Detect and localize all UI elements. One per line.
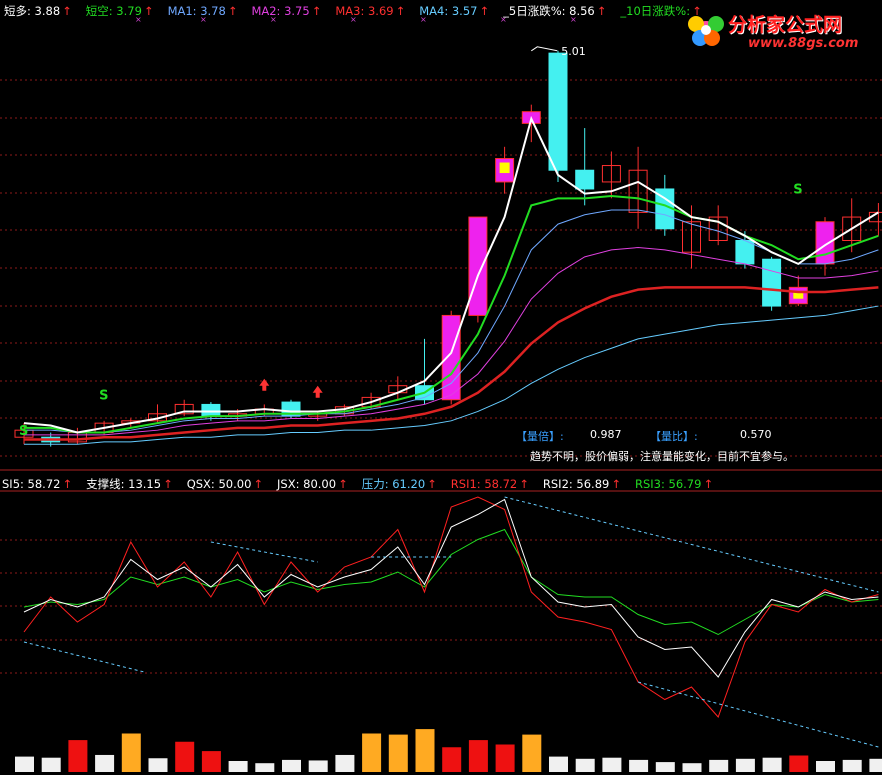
up-arrow-icon: ↑: [611, 477, 621, 491]
signal-s-marker: S: [19, 424, 28, 439]
volume-bar: [549, 756, 568, 772]
main-indicator-header: 短多: 3.88 ↑ 短空: 3.79 ↑ MA1: 3.78 ↑ MA2: 3.75 ↑ MA…: [4, 3, 716, 19]
rsi-line-rsi1: [23, 496, 879, 718]
rsi-line-rsi3: [23, 528, 879, 636]
candle-highlight: [499, 162, 510, 174]
logo-url: www.88gs.com: [748, 36, 859, 51]
volume-bar: [148, 758, 168, 772]
candle-body: [575, 169, 595, 190]
trend-dashed-line: [504, 496, 879, 593]
volume-bar: [175, 741, 195, 772]
volume-bar: [789, 755, 809, 772]
peak-price-label: 5.01: [561, 45, 586, 58]
volume-bar: [816, 761, 835, 772]
volume-bar: [15, 756, 34, 772]
volume-bar: [655, 762, 675, 772]
header-item-5: RSI1: 58.72 ↑: [450, 477, 529, 491]
header-item-5: MA4: 3.57 ↑: [419, 4, 490, 18]
chart-root: { "main_header": [ {"label":"短多: 3.88","…: [0, 0, 882, 775]
up-arrow-icon: ↑: [62, 4, 72, 18]
header-item-2: QSX: 50.00 ↑: [186, 477, 264, 491]
volume-bar: [602, 757, 622, 772]
volume-bar: [362, 733, 382, 772]
candle-body: [762, 258, 782, 307]
volume-bar: [762, 757, 782, 772]
volume-bar: [842, 759, 862, 772]
volume-bar: [201, 751, 221, 772]
header-item-4: 压力: 61.20 ↑: [361, 477, 437, 491]
volume-bar: [522, 734, 542, 772]
header-item-4: MA3: 3.69 ↑: [335, 4, 406, 18]
volume-bar: [495, 744, 515, 772]
trend-dashed-line: [210, 541, 318, 563]
candle-body: [201, 403, 221, 417]
up-arrow-icon: ↑: [338, 477, 348, 491]
volume-compare-value: 0.570: [740, 428, 772, 441]
volume-bar: [282, 759, 301, 772]
signal-s-marker: S: [793, 183, 802, 198]
up-arrow-icon: ↑: [427, 477, 437, 491]
volume-bar: [308, 760, 328, 772]
up-arrow-icon: ↑: [703, 477, 714, 491]
rsi-line-rsi2: [23, 498, 879, 678]
header-item-3: JSX: 80.00 ↑: [277, 477, 348, 491]
up-arrow-icon: ↑: [311, 4, 322, 18]
trend-dashed-line: [637, 681, 879, 748]
up-arrow-icon: ↑: [62, 477, 73, 491]
up-arrow-icon: [312, 385, 323, 398]
volume-bar: [709, 759, 729, 772]
volume-ratio-value: 0.987: [590, 428, 622, 441]
volume-bar: [575, 758, 595, 772]
volume-bar: [629, 759, 649, 772]
volume-bar: [468, 740, 488, 772]
volume-bar: [869, 758, 882, 772]
sub-indicator-header: SI5: 58.72 ↑ 支撑线: 13.15 ↑ QSX: 50.00 ↑ JSX: 80…: [2, 476, 727, 492]
header-item-0: SI5: 58.72 ↑: [2, 477, 73, 491]
header-item-6: _5日涨跌%: 8.56 ↑: [503, 4, 607, 18]
candle-body: [548, 52, 568, 171]
header-item-7: RSI3: 56.79 ↑: [634, 477, 714, 491]
header-item-1: 短空: 3.79 ↑: [85, 4, 154, 18]
candle-body: [815, 221, 835, 265]
up-arrow-icon: ↑: [227, 4, 238, 18]
up-arrow-icon: ↑: [596, 4, 607, 18]
volume-ratio-label: 【量倍】:: [516, 430, 564, 443]
volume-bar: [388, 734, 408, 772]
header-item-2: MA1: 3.78 ↑: [167, 4, 238, 18]
signal-s-marker: S: [99, 389, 108, 404]
trend-dashed-line: [23, 641, 145, 673]
header-item-6: RSI2: 56.89 ↑: [542, 477, 621, 491]
candle-body: [735, 239, 755, 265]
advice-text: 趋势不明，股价偏弱，注意量能变化，目前不宜参与。: [530, 450, 794, 463]
volume-bar: [228, 761, 248, 772]
volume-bar: [335, 754, 355, 772]
volume-bar: [442, 747, 462, 772]
up-arrow-icon: ↑: [143, 4, 154, 18]
up-arrow-icon: [259, 378, 270, 391]
volume-bar: [121, 733, 141, 772]
volume-compare-label: 【量比】:: [650, 430, 698, 443]
up-arrow-icon: ↑: [479, 4, 490, 18]
volume-bar: [41, 757, 61, 772]
header-item-0: 短多: 3.88 ↑: [4, 4, 72, 18]
up-arrow-icon: ↑: [395, 4, 406, 18]
volume-bar: [735, 758, 755, 772]
header-item-3: MA2: 3.75 ↑: [251, 4, 322, 18]
volume-bar: [682, 763, 702, 772]
site-logo: 分析家公式网 www.88gs.com: [682, 2, 880, 58]
volume-bar: [68, 740, 88, 772]
chart-canvas: 5.01SSS× × × × × × ×: [0, 15, 882, 772]
volume-bar: [95, 754, 115, 772]
volume-bar: [255, 763, 275, 772]
peak-pointer: [531, 46, 558, 52]
volume-bar: [415, 729, 435, 772]
candle-body: [468, 216, 488, 316]
logo-title: 分析家公式网: [728, 14, 843, 36]
up-arrow-icon: ↑: [519, 477, 529, 491]
up-arrow-icon: ↑: [163, 477, 173, 491]
up-arrow-icon: ↑: [253, 477, 264, 491]
header-item-1: 支撑线: 13.15 ↑: [86, 477, 173, 491]
